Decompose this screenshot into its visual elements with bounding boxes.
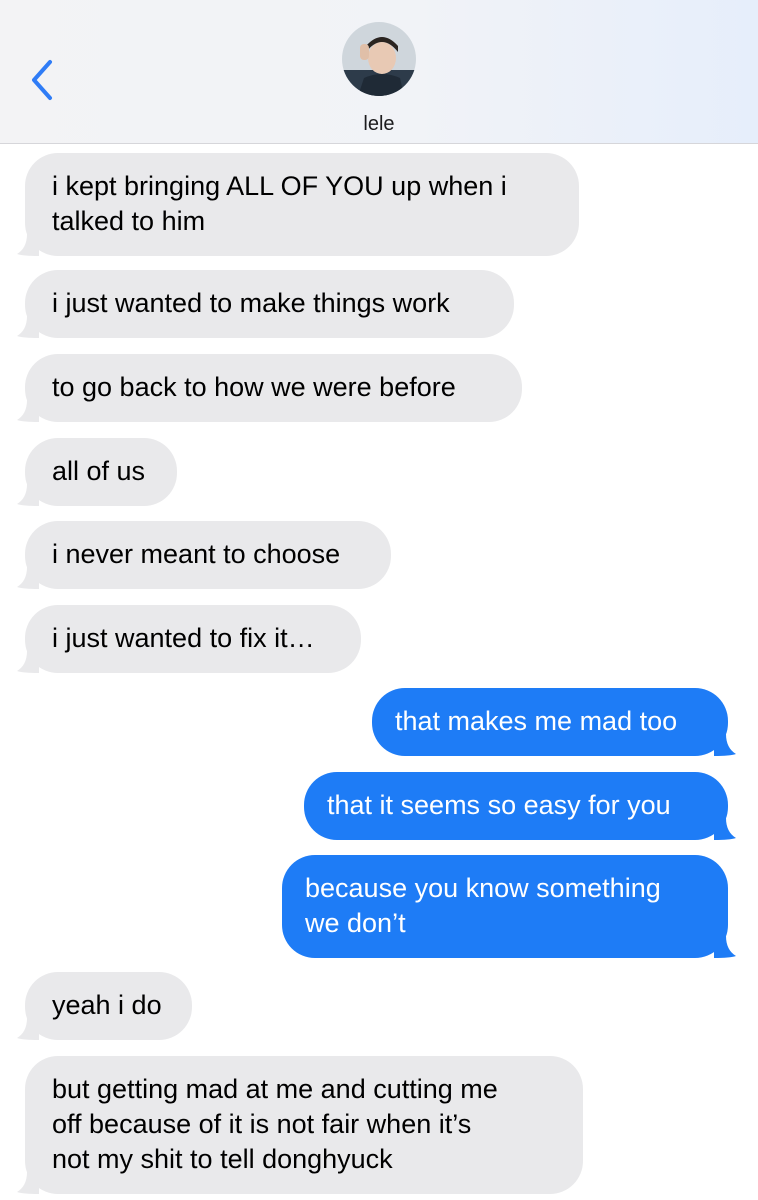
bubble-tail-icon (714, 734, 736, 756)
bubble-tail-icon (17, 1018, 39, 1040)
message-text: i never meant to choose (52, 539, 341, 569)
message-bubble-incoming[interactable]: i just wanted to fix it… (17, 605, 361, 673)
message-text: that it seems so easy for you (327, 790, 671, 820)
bubble-tail-icon (17, 651, 39, 673)
message-bubble-incoming[interactable]: yeah i do (17, 972, 192, 1040)
bubble-tail-icon (17, 567, 39, 589)
message-text: yeah i do (52, 990, 162, 1020)
message-text: to go back to how we were before (52, 372, 456, 402)
message-bubble-incoming[interactable]: all of us (17, 438, 177, 506)
contact-avatar[interactable] (342, 22, 416, 96)
avatar-photo-icon (342, 22, 416, 96)
message-bubble-outgoing[interactable]: because you know something we don’t (282, 855, 736, 958)
message-text: that makes me mad too (395, 706, 678, 736)
message-text: but getting mad at me and cutting me off… (52, 1074, 498, 1174)
message-text: i kept bringing ALL OF YOU up when i tal… (52, 171, 507, 236)
message-text: i just wanted to fix it… (52, 623, 315, 653)
contact-name[interactable]: lele (0, 113, 758, 136)
bubble-tail-icon (714, 936, 736, 958)
bubble-tail-icon (17, 400, 39, 422)
message-bubble-incoming[interactable]: i never meant to choose (17, 521, 391, 589)
bubble-tail-icon (17, 234, 39, 256)
bubble-tail-icon (17, 484, 39, 506)
bubble-tail-icon (17, 1172, 39, 1194)
back-chevron-icon[interactable] (28, 58, 58, 102)
bubble-tail-icon (714, 818, 736, 840)
bubble-tail-icon (17, 316, 39, 338)
message-bubble-incoming[interactable]: to go back to how we were before (17, 354, 522, 422)
message-text: because you know something we don’t (305, 873, 661, 938)
message-bubble-outgoing[interactable]: that makes me mad too (372, 688, 736, 756)
message-bubble-incoming[interactable]: i kept bringing ALL OF YOU up when i tal… (17, 153, 579, 256)
conversation-header: lele (0, 0, 758, 144)
message-text: i just wanted to make things work (52, 288, 450, 318)
message-bubble-outgoing[interactable]: that it seems so easy for you (304, 772, 736, 840)
message-bubble-incoming[interactable]: but getting mad at me and cutting me off… (17, 1056, 583, 1194)
message-text: all of us (52, 456, 146, 486)
message-bubble-incoming[interactable]: i just wanted to make things work (17, 270, 514, 338)
